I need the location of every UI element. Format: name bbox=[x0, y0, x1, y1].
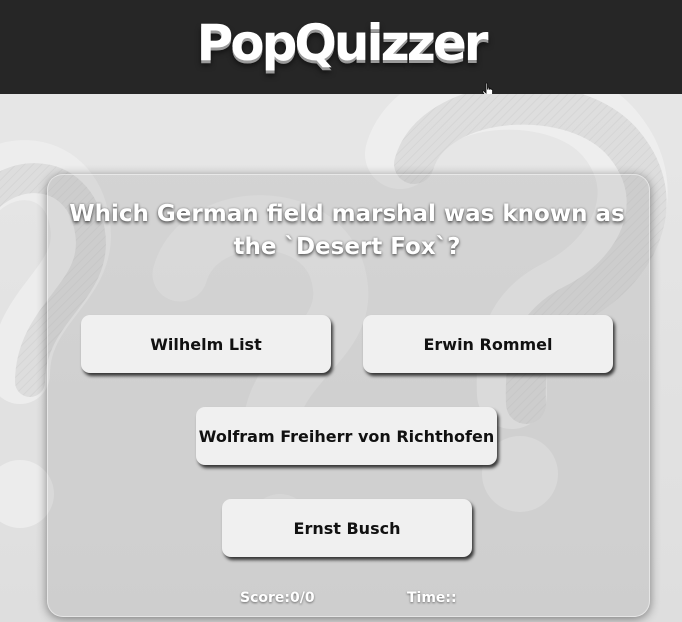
quiz-page: PopQuizzer Which German field marshal wa… bbox=[0, 0, 682, 622]
answer-button-4[interactable]: Ernst Busch bbox=[222, 499, 472, 557]
question-text: Which German field marshal was known as … bbox=[69, 201, 625, 260]
time-label: Time: bbox=[407, 590, 452, 606]
logo-text: PopQuizzer bbox=[196, 14, 489, 72]
answer-button-3[interactable]: Wolfram Freiherr von Richthofen bbox=[196, 407, 497, 465]
answer-button-2[interactable]: Erwin Rommel bbox=[363, 315, 613, 373]
time-value: : bbox=[451, 590, 457, 606]
score-value: 0/0 bbox=[290, 590, 315, 606]
answer-button-1[interactable]: Wilhelm List bbox=[81, 315, 331, 373]
header-bar: PopQuizzer bbox=[0, 0, 682, 98]
score-display: Score:0/0 bbox=[240, 590, 315, 606]
score-label: Score: bbox=[240, 590, 290, 606]
hand-pointer-icon bbox=[481, 52, 495, 98]
time-display: Time:: bbox=[407, 590, 457, 606]
logo[interactable]: PopQuizzer bbox=[196, 14, 494, 98]
